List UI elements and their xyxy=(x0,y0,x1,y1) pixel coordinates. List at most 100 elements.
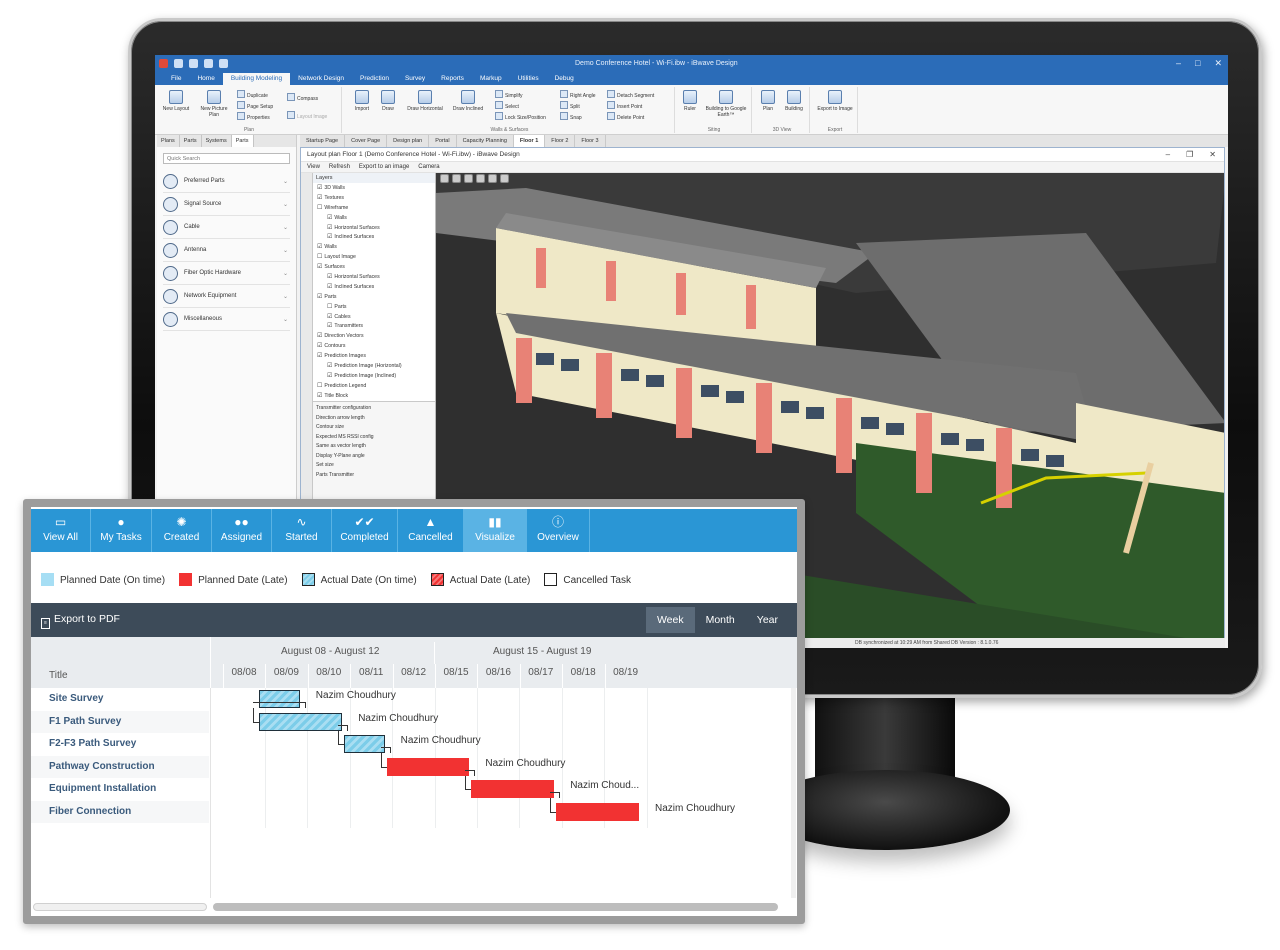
menu-tab-file[interactable]: File xyxy=(163,73,189,85)
chevron-down-icon[interactable]: ⌄ xyxy=(283,316,288,323)
layout-menu-refresh[interactable]: Refresh xyxy=(329,164,350,170)
nav-cancelled-button[interactable]: ▲ Cancelled xyxy=(398,509,464,552)
doc-tab-floor-1[interactable]: Floor 1 xyxy=(513,135,546,147)
detach-segment-button[interactable]: Detach Segment xyxy=(607,90,654,99)
close-icon[interactable]: ✕ xyxy=(1209,150,1216,159)
duplicate-button[interactable]: Duplicate xyxy=(237,90,268,99)
rotate-icon[interactable] xyxy=(464,174,473,183)
nav-my-tasks-button[interactable]: ● My Tasks xyxy=(91,509,152,552)
nav-overview-button[interactable]: ⓘ Overview xyxy=(527,509,590,552)
parts-item-fiber-optic-hardware[interactable]: Fiber Optic Hardware ⌄ xyxy=(163,262,290,285)
maximize-icon[interactable]: □ xyxy=(1195,58,1200,69)
nav-created-button[interactable]: ✺ Created xyxy=(152,509,212,552)
insert-point-button[interactable]: Insert Point xyxy=(607,101,642,110)
nav-assigned-button[interactable]: ●● Assigned xyxy=(212,509,272,552)
quick-search-input[interactable]: Quick Search xyxy=(163,153,290,164)
draw-inclined-button[interactable]: Draw Inclined xyxy=(449,90,487,112)
layer-checkbox-prediction-image-inclined[interactable]: Prediction Image (Inclined) xyxy=(315,372,433,382)
building-3d-button[interactable]: Building xyxy=(781,90,807,112)
menu-tab-network-design[interactable]: Network Design xyxy=(290,73,352,85)
gantt-bar-f1-path-survey[interactable] xyxy=(259,712,343,731)
export-to-pdf-button[interactable]: ≡ Export to PDF xyxy=(41,613,120,629)
layout-menu-view[interactable]: View xyxy=(307,164,320,170)
layer-checkbox-prediction-image-horizontal[interactable]: Prediction Image (Horizontal) xyxy=(315,362,433,372)
google-earth-button[interactable]: Building to Google Earth™ xyxy=(703,90,749,118)
task-title-f1-path-survey[interactable]: F1 Path Survey xyxy=(31,710,209,733)
parts-item-preferred-parts[interactable]: Preferred Parts ⌄ xyxy=(163,170,290,193)
layer-checkbox-parts[interactable]: Parts xyxy=(315,303,433,313)
doc-tab-floor-2[interactable]: Floor 2 xyxy=(545,135,576,147)
draw-button[interactable]: Draw xyxy=(375,90,401,112)
new-layout-button[interactable]: New Layout xyxy=(161,90,191,112)
panel-tab-plans[interactable]: Plans xyxy=(157,135,180,147)
panel-tab-parts[interactable]: Parts xyxy=(231,135,254,147)
help-icon[interactable] xyxy=(219,59,228,68)
undo-icon[interactable] xyxy=(189,59,198,68)
doc-tab-portal[interactable]: Portal xyxy=(429,135,457,147)
menu-tab-prediction[interactable]: Prediction xyxy=(352,73,397,85)
scale-week-button[interactable]: Week xyxy=(645,607,695,633)
restore-icon[interactable]: ❐ xyxy=(1186,150,1193,159)
nav-started-button[interactable]: ∿ Started xyxy=(272,509,332,552)
layer-checkbox-inclined-surfaces[interactable]: Inclined Surfaces xyxy=(315,283,433,293)
layer-checkbox-3d-walls[interactable]: 3D Walls xyxy=(315,184,433,194)
chevron-down-icon[interactable]: ⌄ xyxy=(283,247,288,254)
gantt-vertical-scrollbar[interactable] xyxy=(791,688,796,898)
task-title-fiber-connection[interactable]: Fiber Connection xyxy=(31,800,209,823)
layer-checkbox-textures[interactable]: Textures xyxy=(315,194,433,204)
page-setup-button[interactable]: Page Setup xyxy=(237,101,273,110)
parts-item-miscellaneous[interactable]: Miscellaneous ⌄ xyxy=(163,308,290,331)
menu-tab-survey[interactable]: Survey xyxy=(397,73,433,85)
chevron-down-icon[interactable]: ⌄ xyxy=(283,224,288,231)
close-icon[interactable]: ✕ xyxy=(1214,58,1222,69)
parts-item-antenna[interactable]: Antenna ⌄ xyxy=(163,239,290,262)
import-button[interactable]: Import xyxy=(349,90,375,112)
layer-checkbox-parts[interactable]: Parts xyxy=(315,293,433,303)
gantt-bar-equipment-installation[interactable] xyxy=(471,780,555,798)
simplify-button[interactable]: Simplify xyxy=(495,90,523,99)
layer-checkbox-prediction-legend[interactable]: Prediction Legend xyxy=(315,382,433,392)
timeline-scrollbar[interactable] xyxy=(211,902,797,912)
hand-icon[interactable] xyxy=(476,174,485,183)
menu-tab-home[interactable]: Home xyxy=(189,73,222,85)
layer-checkbox-contours[interactable]: Contours xyxy=(315,342,433,352)
plan-3d-button[interactable]: Plan xyxy=(757,90,779,112)
doc-tab-capacity-planning[interactable]: Capacity Planning xyxy=(457,135,514,147)
gantt-bar-pathway-construction[interactable] xyxy=(386,757,470,776)
menu-tab-markup[interactable]: Markup xyxy=(472,73,510,85)
scale-month-button[interactable]: Month xyxy=(695,607,746,633)
fit-icon[interactable] xyxy=(500,174,509,183)
layer-checkbox-surfaces[interactable]: Surfaces xyxy=(315,263,433,273)
task-title-equipment-installation[interactable]: Equipment Installation xyxy=(31,778,209,800)
redo-icon[interactable] xyxy=(204,59,213,68)
parts-item-signal-source[interactable]: Signal Source ⌄ xyxy=(163,193,290,216)
chevron-down-icon[interactable]: ⌄ xyxy=(283,178,288,185)
title-column-scrollbar[interactable] xyxy=(33,903,207,911)
layout-image-button[interactable]: Layout Image xyxy=(287,111,327,120)
layer-checkbox-walls[interactable]: Walls xyxy=(315,214,433,224)
layer-checkbox-horizontal-surfaces[interactable]: Horizontal Surfaces xyxy=(315,273,433,283)
snap-button[interactable]: Snap xyxy=(560,112,582,121)
save-icon[interactable] xyxy=(174,59,183,68)
nav-completed-button[interactable]: ✔✔ Completed xyxy=(332,509,398,552)
lock-size-button[interactable]: Lock Size/Position xyxy=(495,112,546,121)
split-button[interactable]: Split xyxy=(560,101,580,110)
zoom-icon[interactable] xyxy=(488,174,497,183)
chevron-down-icon[interactable]: ⌄ xyxy=(283,201,288,208)
panel-tab-parts[interactable]: Parts xyxy=(180,135,202,147)
task-title-pathway-construction[interactable]: Pathway Construction xyxy=(31,755,209,778)
doc-tab-design-plan[interactable]: Design plan xyxy=(387,135,430,147)
timeline-scroll-thumb[interactable] xyxy=(213,903,778,911)
layer-checkbox-cables[interactable]: Cables xyxy=(315,313,433,323)
nav-visualize-button[interactable]: ▮▮ Visualize xyxy=(464,509,527,552)
parts-item-network-equipment[interactable]: Network Equipment ⌄ xyxy=(163,285,290,308)
layer-checkbox-layout-image[interactable]: Layout Image xyxy=(315,253,433,263)
gantt-bar-f2-f3-path-survey[interactable] xyxy=(344,735,385,753)
nav-view-all-button[interactable]: ▭ View All xyxy=(31,509,91,552)
properties-button[interactable]: Properties xyxy=(237,112,270,121)
scale-year-button[interactable]: Year xyxy=(746,607,789,633)
layer-checkbox-direction-vectors[interactable]: Direction Vectors xyxy=(315,332,433,342)
delete-point-button[interactable]: Delete Point xyxy=(607,112,644,121)
gantt-bar-fiber-connection[interactable] xyxy=(556,802,639,821)
doc-tab-startup-page[interactable]: Startup Page xyxy=(300,135,346,147)
